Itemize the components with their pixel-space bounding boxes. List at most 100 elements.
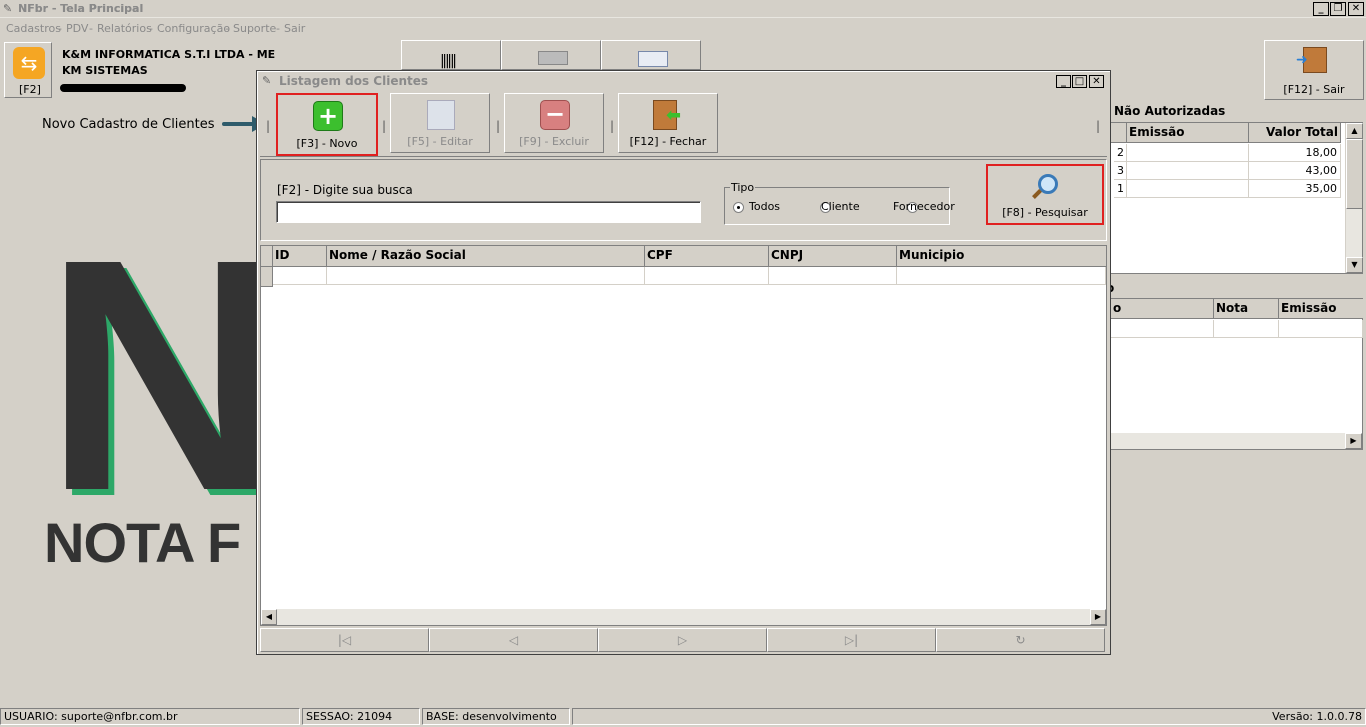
column-header-nota[interactable]: Nota xyxy=(1214,299,1279,319)
company-subname: KM SISTEMAS xyxy=(62,64,148,77)
nav-first-button[interactable]: |◁ xyxy=(260,628,429,652)
row-indicator-header xyxy=(261,246,273,267)
radio-todos-label: Todos xyxy=(749,200,781,213)
excluir-button[interactable]: − [F9] - Excluir xyxy=(504,93,604,153)
dialog-title: Listagem dos Clientes xyxy=(279,74,429,88)
grid-cell[interactable] xyxy=(273,267,327,285)
scroll-right-icon[interactable]: ▶ xyxy=(1090,609,1106,625)
report-button[interactable] xyxy=(601,40,701,70)
dialog-minimize-button[interactable]: _ xyxy=(1056,75,1071,88)
search-input[interactable] xyxy=(276,201,701,223)
barcode-button[interactable]: ‖‖‖ xyxy=(401,40,501,70)
fechar-label: [F12] - Fechar xyxy=(629,135,707,148)
row-indicator[interactable] xyxy=(261,267,273,287)
menu-bar: Cadastros - PDV - Relatórios - Configura… xyxy=(0,19,1366,39)
barcode-icon: ‖‖‖ xyxy=(440,53,457,69)
magnifier-handle-icon xyxy=(1032,189,1042,199)
swap-arrows-icon: ⇆ xyxy=(13,47,45,79)
scroll-right-icon[interactable]: ▶ xyxy=(1345,433,1362,449)
close-button[interactable]: ✕ xyxy=(1348,2,1364,16)
column-header-emissao[interactable]: Emissão xyxy=(1127,123,1249,143)
clients-grid: ID Nome / Razão Social CPF CNPJ Municipi… xyxy=(260,245,1107,626)
grid-cell[interactable] xyxy=(327,267,645,285)
horizontal-scrollbar[interactable]: ▶ xyxy=(1111,433,1362,449)
fechar-button[interactable]: ⬅ [F12] - Fechar xyxy=(618,93,718,153)
search-panel: [F2] - Digite sua busca Tipo Todos Clien… xyxy=(260,159,1107,241)
scroll-left-icon[interactable]: ◀ xyxy=(261,609,277,625)
menu-sair[interactable]: Sair xyxy=(284,22,305,35)
menu-cadastros[interactable]: Cadastros xyxy=(6,22,61,35)
redacted-text xyxy=(60,84,186,92)
menu-separator: - xyxy=(89,22,93,35)
toggle-key-label: [F2] xyxy=(19,83,41,96)
logo-text: NOTA F xyxy=(44,511,241,574)
scroll-down-icon[interactable]: ▼ xyxy=(1346,257,1363,273)
column-header-cpf[interactable]: CPF xyxy=(645,246,769,267)
tipo-label: Tipo xyxy=(730,181,756,194)
column-header-emissao[interactable]: Emissão xyxy=(1279,299,1363,319)
row-valor: 35,00 xyxy=(1249,180,1341,198)
menu-relatorios[interactable]: Relatórios xyxy=(97,22,152,35)
menu-pdv[interactable]: PDV xyxy=(66,22,88,35)
menu-separator: - xyxy=(225,22,229,35)
scroll-thumb[interactable] xyxy=(1346,139,1363,209)
menu-separator: - xyxy=(149,22,153,35)
exit-button[interactable]: ➜ [F12] - Sair xyxy=(1264,40,1364,100)
scroll-up-icon[interactable]: ▲ xyxy=(1346,123,1363,139)
toggle-button[interactable]: ⇆ [F2] xyxy=(4,42,52,98)
restore-button[interactable]: ❐ xyxy=(1330,2,1346,16)
close-door-icon: ⬅ xyxy=(653,100,681,130)
column-header-partial[interactable]: o xyxy=(1111,299,1214,319)
row-valor: 18,00 xyxy=(1249,144,1341,162)
vertical-scrollbar[interactable]: ▲ ▼ xyxy=(1345,123,1363,273)
nav-prior-button[interactable]: ◁ xyxy=(429,628,598,652)
radio-cliente-label: Cliente xyxy=(821,200,860,213)
add-icon: + xyxy=(313,101,343,131)
grid-cell xyxy=(1279,320,1363,338)
menu-separator: - xyxy=(276,22,280,35)
dialog-titlebar: ✎ Listagem dos Clientes _ □ ✕ xyxy=(259,73,1108,90)
column-header-cnpj[interactable]: CNPJ xyxy=(769,246,897,267)
window-title: NFbr - Tela Principal xyxy=(18,2,144,15)
menu-configuracao[interactable]: Configuração xyxy=(157,22,230,35)
unauthorized-grid: Emissão Valor Total 2 18,00 3 43,00 1 35… xyxy=(1110,122,1363,274)
status-bar: USUARIO: suporte@nfbr.com.br SESSAO: 210… xyxy=(0,706,1366,727)
pesquisar-button[interactable]: [F8] - Pesquisar xyxy=(986,164,1104,225)
toolbar-separator: | xyxy=(1096,119,1101,133)
toolbar-separator: | xyxy=(496,119,501,133)
row-id: 2 xyxy=(1114,144,1127,162)
novo-label: [F3] - Novo xyxy=(296,137,358,150)
horizontal-scrollbar[interactable]: ◀ ▶ xyxy=(261,609,1106,625)
status-usuario: USUARIO: suporte@nfbr.com.br xyxy=(0,708,300,725)
app-icon: ✎ xyxy=(3,2,13,15)
grid-cell[interactable] xyxy=(645,267,769,285)
grid-cell xyxy=(1111,320,1214,338)
column-header-valor[interactable]: Valor Total xyxy=(1249,123,1341,143)
minimize-button[interactable]: _ xyxy=(1313,2,1329,16)
dialog-maximize-button[interactable]: □ xyxy=(1072,75,1087,88)
annotation-label: Novo Cadastro de Clientes xyxy=(42,117,215,132)
annotation-arrow-icon xyxy=(222,122,256,126)
company-name: K&M INFORMATICA S.T.I LTDA - ME xyxy=(62,48,276,61)
editar-button[interactable]: [F5] - Editar xyxy=(390,93,490,153)
column-header-nome[interactable]: Nome / Razão Social xyxy=(327,246,645,267)
grid-cell[interactable] xyxy=(897,267,1106,285)
exit-door-icon: ➜ xyxy=(1296,47,1327,73)
grid-cell[interactable] xyxy=(769,267,897,285)
menu-separator: - xyxy=(58,22,62,35)
toolbar-separator: | xyxy=(382,119,387,133)
nav-next-button[interactable]: ▷ xyxy=(598,628,767,652)
nav-last-button[interactable]: ▷| xyxy=(767,628,936,652)
panel-title: Não Autorizadas xyxy=(1114,104,1226,118)
logo-letter: N xyxy=(44,190,283,559)
nav-refresh-button[interactable]: ↻ xyxy=(936,628,1105,652)
status-sessao: SESSAO: 21094 xyxy=(302,708,420,725)
menu-suporte[interactable]: Suporte xyxy=(233,22,276,35)
cash-register-button[interactable] xyxy=(501,40,601,70)
column-header-id[interactable]: ID xyxy=(273,246,327,267)
column-header-municipio[interactable]: Municipio xyxy=(897,246,1106,267)
novo-button[interactable]: + [F3] - Novo xyxy=(276,93,378,156)
radio-todos[interactable] xyxy=(733,202,744,213)
dialog-close-button[interactable]: ✕ xyxy=(1089,75,1104,88)
row-emissao xyxy=(1127,180,1249,198)
